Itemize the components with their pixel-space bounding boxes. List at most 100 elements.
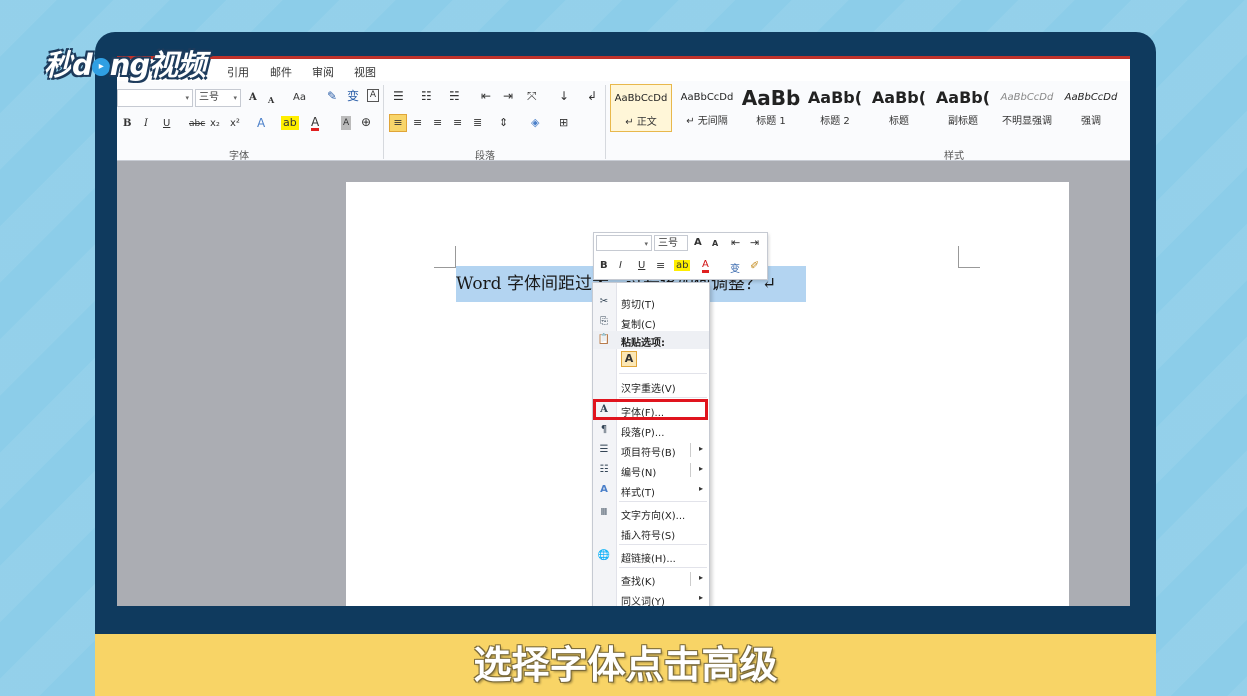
format-painter-icon[interactable]: ✐ (750, 259, 759, 272)
font-group-label: 字体 (229, 151, 249, 162)
mini-font-color-icon[interactable]: A (702, 259, 709, 273)
shrink-font-button[interactable]: A (268, 93, 274, 107)
menu-find[interactable]: 查找(K) ▸ (593, 570, 709, 588)
bold-button[interactable]: B (123, 117, 131, 131)
align-right-icon[interactable]: ≡ (433, 116, 442, 130)
mini-outdent-icon[interactable]: ⇥ (750, 236, 759, 249)
multilevel-list-icon[interactable]: ☵ (449, 89, 460, 103)
borders-icon[interactable]: ⊞ (559, 116, 568, 130)
char-border-icon[interactable]: A (367, 89, 379, 102)
mini-grow-button[interactable]: A (694, 237, 702, 248)
clipboard-icon: 📋 (597, 334, 611, 345)
menu-numbering[interactable]: ☷ 编号(N) ▸ (593, 461, 709, 479)
shading-icon[interactable]: ◈ (531, 116, 539, 130)
italic-button[interactable]: I (144, 117, 148, 131)
subscript-button[interactable]: x₂ (210, 117, 220, 131)
superscript-button[interactable]: x² (230, 117, 240, 131)
font-item-highlight-box (593, 399, 708, 420)
char-shading-icon[interactable]: A (341, 116, 352, 130)
menu-bullets[interactable]: ☰ 项目符号(B) ▸ (593, 441, 709, 459)
subtitle-caption: 选择字体点击高级 (95, 634, 1156, 696)
chinese-layout-icon[interactable]: ⤧ (527, 89, 537, 103)
font-color-icon[interactable]: A (311, 116, 320, 131)
submenu-arrow-icon: ▸ (698, 464, 703, 473)
mini-indent-icon[interactable]: ⇤ (731, 236, 740, 249)
menu-text-direction[interactable]: Ⅲ 文字方向(X)... (593, 504, 709, 522)
clear-format-icon[interactable]: ✎ (327, 89, 337, 103)
ribbon: ▾ 三号 ▾ A A Aa ✎ 变 A B I U abc x₂ x² A ab … (117, 81, 1130, 162)
change-case-button[interactable]: Aa (293, 91, 306, 105)
font-size-box[interactable]: 三号 ▾ (195, 89, 241, 107)
increase-indent-icon[interactable]: ⇥ (503, 89, 513, 103)
mini-underline-button[interactable]: U (638, 260, 645, 271)
play-icon: ▸ (91, 58, 110, 76)
style-normal[interactable]: AaBbCcDd ↵ 正文 (610, 84, 672, 132)
menu-hyperlink[interactable]: 🌐 超链接(H)... (593, 547, 709, 565)
document-page[interactable]: Word 字体间距过大、过长该如何调整？↵ ▾ 三号 A A ⇤ ⇥ B I U… (346, 182, 1069, 606)
menu-view[interactable]: 视图 (354, 64, 376, 80)
enclose-char-icon[interactable]: ⊕ (361, 115, 371, 129)
menu-insert-symbol[interactable]: 插入符号(S) (593, 524, 709, 542)
paragraph-group-label: 段落 (475, 151, 495, 162)
paste-keep-text-only-button[interactable]: A (621, 351, 637, 367)
font-size-value: 三号 (199, 92, 219, 103)
style-heading-2[interactable]: AaBb(标题 2 (804, 84, 866, 132)
align-center-icon[interactable]: ≡ (413, 116, 422, 130)
align-left-icon[interactable]: ≡ (389, 114, 407, 132)
scissors-icon: ✂ (599, 296, 609, 307)
style-no-spacing[interactable]: AaBbCcDd ↵ 无间隔 (676, 84, 738, 132)
menu-cut[interactable]: ✂ 剪切(T) (593, 293, 709, 311)
menu-synonyms[interactable]: 同义词(Y) ▸ (593, 590, 709, 606)
mini-size-box[interactable]: 三号 (654, 235, 688, 251)
ribbon-separator (383, 85, 384, 159)
numbering-icon: ☷ (599, 464, 609, 475)
style-heading-1[interactable]: AaBb 标题 1 (740, 84, 802, 132)
decrease-indent-icon[interactable]: ⇤ (481, 89, 491, 103)
font-name-box[interactable]: ▾ (117, 89, 193, 107)
menu-copy[interactable]: ⎘ 复制(C) (593, 313, 709, 331)
mini-center-icon[interactable]: ≡ (656, 259, 665, 272)
submenu-arrow-icon: ▸ (698, 573, 703, 582)
menu-references[interactable]: 引用 (227, 64, 249, 80)
mini-phonetic-icon[interactable]: 变 (730, 260, 740, 275)
phonetic-guide-icon[interactable]: 变 (347, 89, 359, 103)
mini-italic-button[interactable]: I (619, 260, 622, 271)
sort-icon[interactable]: ↓ (559, 89, 569, 103)
menu-paragraph[interactable]: ¶ 段落(P)... (593, 421, 709, 439)
mini-font-box[interactable]: ▾ (596, 235, 652, 251)
menu-divider (619, 397, 707, 398)
strikethrough-button[interactable]: abc (189, 117, 205, 131)
distribute-icon[interactable]: ≣ (473, 116, 482, 130)
mini-highlight-icon[interactable]: ab (674, 260, 691, 271)
mini-bold-button[interactable]: B (600, 260, 608, 271)
bullets-icon[interactable]: ☰ (393, 89, 404, 103)
mini-shrink-button[interactable]: A (712, 239, 718, 248)
style-subtle-emphasis[interactable]: AaBbCcDd 不明显强调 (996, 84, 1058, 132)
menu-styles[interactable]: A 样式(T) ▸ (593, 481, 709, 499)
brand-logo: 秒d ▸ ng视频 (44, 48, 206, 82)
text-effects-icon[interactable]: A (257, 116, 265, 130)
highlight-icon[interactable]: ab (281, 116, 299, 130)
style-subtitle[interactable]: AaBb(副标题 (932, 84, 994, 132)
menu-paste-options-header: 📋 粘贴选项: (593, 331, 709, 349)
style-title[interactable]: AaBb(标题 (868, 84, 930, 132)
grow-font-button[interactable]: A (249, 91, 257, 105)
line-spacing-icon[interactable]: ⇕ (499, 116, 508, 130)
numbering-icon[interactable]: ☷ (421, 89, 432, 103)
submenu-arrow-icon: ▸ (698, 593, 703, 602)
show-marks-icon[interactable]: ↲ (587, 89, 597, 103)
crop-mark (434, 246, 456, 268)
submenu-arrow-icon: ▸ (698, 484, 703, 493)
menu-bar: 引用 邮件 审阅 视图 (117, 59, 1130, 81)
document-workspace: Word 字体间距过大、过长该如何调整？↵ ▾ 三号 A A ⇤ ⇥ B I U… (117, 162, 1130, 606)
context-menu: ✂ 剪切(T) ⎘ 复制(C) 📋 粘贴选项: A 汉字重选(V) A 字体(F)...… (592, 282, 710, 606)
bullets-icon: ☰ (599, 444, 609, 455)
style-emphasis[interactable]: AaBbCcDd 强调 (1060, 84, 1122, 132)
word-window: 引用 邮件 审阅 视图 ▾ 三号 ▾ A A Aa ✎ 变 A B I U abc… (117, 56, 1130, 606)
justify-icon[interactable]: ≡ (453, 116, 462, 130)
menu-divider (619, 567, 707, 568)
menu-review[interactable]: 审阅 (312, 64, 334, 80)
menu-reconvert[interactable]: 汉字重选(V) (593, 377, 709, 395)
underline-button[interactable]: U (163, 117, 170, 131)
menu-mailings[interactable]: 邮件 (270, 64, 292, 80)
